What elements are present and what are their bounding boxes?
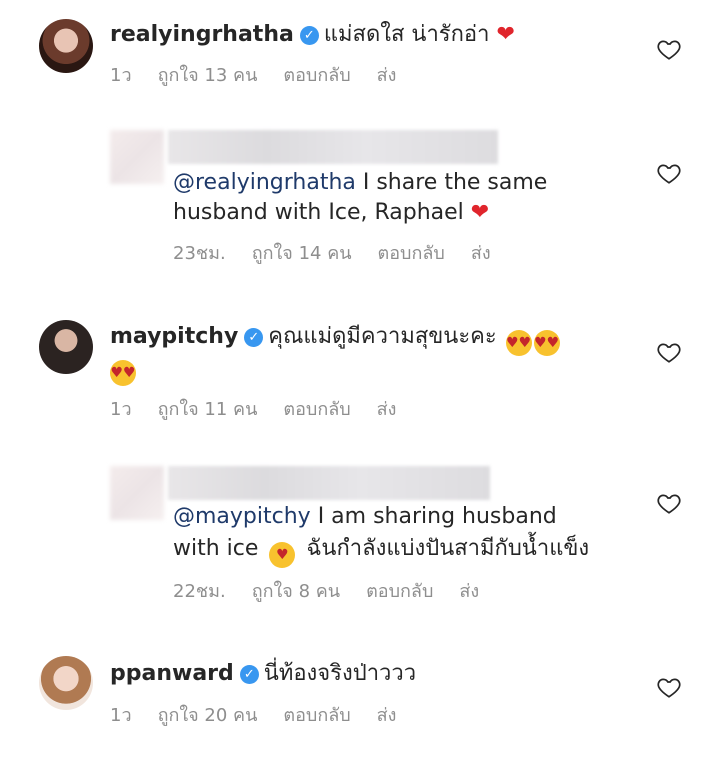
reply-button[interactable]: ตอบกลับ (378, 243, 445, 264)
heart-eyes-emoji-icon: ♥♥ (110, 360, 136, 386)
comment-text-line: realyingrhatha ✓ แม่สดใส น่ารักอ่า ❤ (110, 20, 515, 50)
username[interactable]: maypitchy (110, 324, 238, 349)
mention-link[interactable]: @maypitchy (173, 504, 311, 529)
redacted-username (168, 466, 490, 500)
comment-text: with ice (173, 536, 259, 561)
comment-text: นี่ท้องจริงป่าววว (263, 661, 417, 686)
reply-button[interactable]: ตอบกลับ (283, 399, 350, 420)
red-heart-emoji-icon: ❤ (496, 22, 515, 47)
reply-button[interactable]: ตอบกลับ (283, 65, 350, 86)
comment-time: 22ชม. (173, 581, 226, 602)
comment-meta: 22ชม. ถูกใจ 8 คน ตอบกลับ ส่ง (173, 580, 505, 604)
heart-eyes-emoji-icon: ♥♥ (505, 330, 532, 356)
verified-badge-icon: ✓ (239, 665, 259, 684)
comment-text-line: ppanward ✓ นี่ท้องจริงป่าววว (110, 659, 416, 689)
heart-eyes-emoji-icon: ♥♥ (533, 330, 560, 356)
comment-text: คุณแม่ดูมีความสุขนะคะ (268, 324, 497, 349)
heart-outline-icon[interactable] (656, 36, 682, 62)
comment-text-line: maypitchy ✓ คุณแม่ดูมีความสุขนะคะ ♥♥ ♥♥ (110, 322, 560, 356)
username[interactable]: ppanward (110, 661, 234, 686)
comment-meta: 1ว ถูกใจ 20 คน ตอบกลับ ส่ง (110, 704, 422, 728)
avatar (110, 466, 164, 520)
red-heart-emoji-icon: ❤ (470, 200, 490, 225)
heart-outline-icon[interactable] (656, 674, 682, 700)
kissing-face-emoji-icon: ♥ (269, 542, 296, 568)
comment-text-line: with ice ♥ ฉันกำลังแบ่งปันสามีกับน้ำแข็ง (173, 534, 589, 568)
send-button[interactable]: ส่ง (471, 243, 491, 264)
comment-time: 1ว (110, 399, 132, 420)
username[interactable]: realyingrhatha (110, 22, 294, 47)
likes-count[interactable]: ถูกใจ 13 คน (158, 65, 258, 86)
comment-text: แม่สดใส น่ารักอ่า (323, 22, 490, 47)
avatar[interactable] (39, 19, 93, 73)
likes-count[interactable]: ถูกใจ 20 คน (158, 705, 258, 726)
comment-time: 23ชม. (173, 243, 226, 264)
send-button[interactable]: ส่ง (377, 705, 397, 726)
verified-badge-icon: ✓ (299, 26, 319, 45)
comment-text-line: @realyingrhatha I share the same (173, 168, 547, 198)
heart-outline-icon[interactable] (656, 160, 682, 186)
send-button[interactable]: ส่ง (459, 581, 479, 602)
likes-count[interactable]: ถูกใจ 8 คน (252, 581, 340, 602)
heart-outline-icon[interactable] (656, 339, 682, 365)
redacted-username (168, 130, 498, 164)
comment-meta: 1ว ถูกใจ 13 คน ตอบกลับ ส่ง (110, 64, 422, 88)
comment-text: I share the same (355, 170, 548, 195)
comment-text: husband with Ice, Raphael (173, 200, 464, 225)
avatar[interactable] (39, 656, 93, 710)
comment-time: 1ว (110, 705, 132, 726)
mention-link[interactable]: @realyingrhatha (173, 170, 356, 195)
heart-outline-icon[interactable] (656, 490, 682, 516)
comment-meta: 1ว ถูกใจ 11 คน ตอบกลับ ส่ง (110, 398, 422, 422)
comment-text-line: @maypitchy I am sharing husband (173, 502, 557, 532)
reply-button[interactable]: ตอบกลับ (366, 581, 433, 602)
send-button[interactable]: ส่ง (377, 399, 397, 420)
likes-count[interactable]: ถูกใจ 14 คน (252, 243, 352, 264)
comment-text: ฉันกำลังแบ่งปันสามีกับน้ำแข็ง (306, 536, 590, 561)
send-button[interactable]: ส่ง (377, 65, 397, 86)
comment-text: I am sharing husband (310, 504, 557, 529)
comment-text-line: husband with Ice, Raphael ❤ (173, 198, 489, 228)
verified-badge-icon: ✓ (244, 328, 264, 347)
likes-count[interactable]: ถูกใจ 11 คน (158, 399, 258, 420)
reply-button[interactable]: ตอบกลับ (283, 705, 350, 726)
comment-meta: 23ชม. ถูกใจ 14 คน ตอบกลับ ส่ง (173, 242, 517, 266)
avatar (110, 130, 164, 184)
comment-time: 1ว (110, 65, 132, 86)
avatar[interactable] (39, 320, 93, 374)
comment-text-line: ♥♥ (110, 352, 136, 386)
